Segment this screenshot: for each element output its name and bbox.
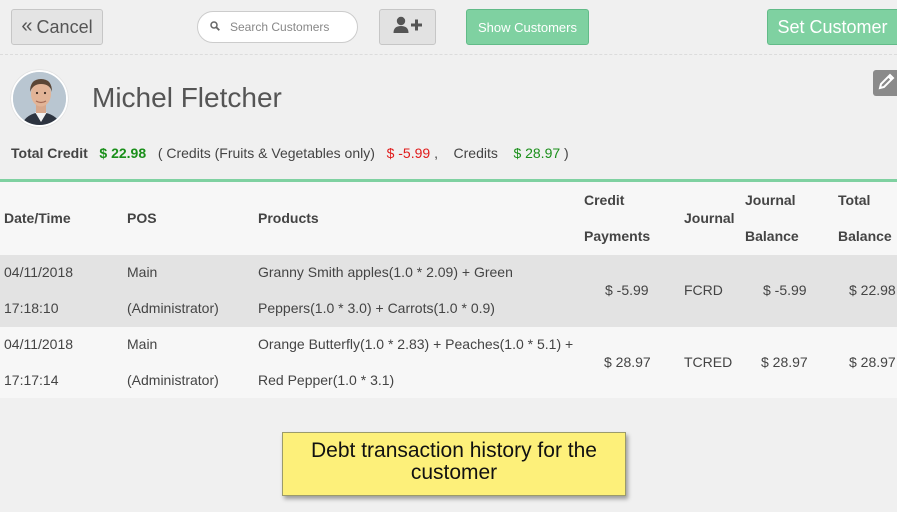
row-total-balance: $ 28.97	[849, 354, 896, 370]
credits-value: $ 28.97	[513, 145, 561, 161]
header-credit-payments-2: Payments	[584, 228, 651, 244]
header-journal: Journal	[684, 210, 735, 226]
row-products-line2: Red Pepper(1.0 * 3.1)	[258, 372, 395, 388]
row-credit-payment: $ -5.99	[605, 282, 649, 298]
credits-label: Credits	[453, 145, 498, 161]
toolbar: « Cancel Show Customers Set Customer	[0, 0, 897, 55]
row-products-line2: Peppers(1.0 * 3.0) + Carrots(1.0 * 0.9)	[258, 300, 495, 316]
customer-avatar	[11, 70, 68, 127]
row-journal: FCRD	[684, 282, 723, 298]
row-time: 17:18:10	[4, 300, 59, 316]
callout-line1: Debt transaction history for the	[311, 439, 597, 462]
table-row[interactable]: 04/11/2018 17:18:10 Main (Administrator)…	[0, 255, 897, 327]
row-journal: TCRED	[684, 354, 733, 370]
total-credit-label: Total Credit	[11, 145, 88, 161]
row-pos: Main	[127, 264, 158, 280]
search-icon	[210, 18, 220, 36]
header-journal-balance-1: Journal	[745, 192, 796, 208]
header-datetime: Date/Time	[4, 210, 71, 226]
transactions-table: Date/Time POS Products Credit Payments J…	[0, 179, 897, 399]
annotation-callout: Debt transaction history for the custome…	[282, 432, 626, 496]
customer-name: Michel Fletcher	[92, 82, 282, 113]
header-products: Products	[258, 210, 319, 226]
row-journal-balance: $ 28.97	[761, 354, 808, 370]
table-header: Date/Time POS Products Credit Payments J…	[0, 182, 897, 255]
header-pos: POS	[127, 210, 157, 226]
header-total-balance-1: Total	[838, 192, 871, 208]
set-customer-button[interactable]: Set Customer	[767, 9, 897, 45]
add-user-icon	[393, 16, 423, 39]
add-user-button[interactable]	[379, 9, 436, 45]
row-pos-user: (Administrator)	[127, 372, 219, 388]
total-credit-value: $ 22.98	[99, 145, 147, 161]
row-total-balance: $ 22.98	[849, 282, 896, 298]
header-journal-balance-2: Balance	[745, 228, 799, 244]
row-date: 04/11/2018	[4, 264, 74, 280]
pencil-icon	[877, 71, 897, 96]
row-products-line1: Orange Butterfly(1.0 * 2.83) + Peaches(1…	[258, 336, 574, 352]
row-credit-payment: $ 28.97	[604, 354, 651, 370]
row-time: 17:17:14	[4, 372, 59, 388]
credits-fv-label: ( Credits (Fruits & Vegetables only)	[157, 145, 375, 161]
header-credit-payments-1: Credit	[584, 192, 625, 208]
row-pos: Main	[127, 336, 158, 352]
row-date: 04/11/2018	[4, 336, 74, 352]
search-input[interactable]	[230, 20, 350, 34]
double-chevron-left-icon: «	[21, 15, 33, 37]
separator: ,	[434, 145, 438, 161]
close-paren: )	[564, 145, 569, 161]
show-customers-button[interactable]: Show Customers	[466, 9, 589, 45]
cancel-button[interactable]: « Cancel	[11, 9, 103, 45]
row-journal-balance: $ -5.99	[763, 282, 807, 298]
callout-line2: customer	[410, 461, 498, 484]
edit-customer-button[interactable]	[873, 70, 897, 96]
credits-fv-value: $ -5.99	[386, 145, 431, 161]
credit-summary: Total Credit $ 22.98 ( Credits (Fruits &…	[11, 145, 569, 161]
search-box[interactable]	[197, 11, 358, 43]
cancel-label: Cancel	[36, 16, 93, 37]
row-products-line1: Granny Smith apples(1.0 * 2.09) + Green	[258, 264, 513, 280]
table-row[interactable]: 04/11/2018 17:17:14 Main (Administrator)…	[0, 327, 897, 399]
row-pos-user: (Administrator)	[127, 300, 219, 316]
header-total-balance-2: Balance	[838, 228, 892, 244]
